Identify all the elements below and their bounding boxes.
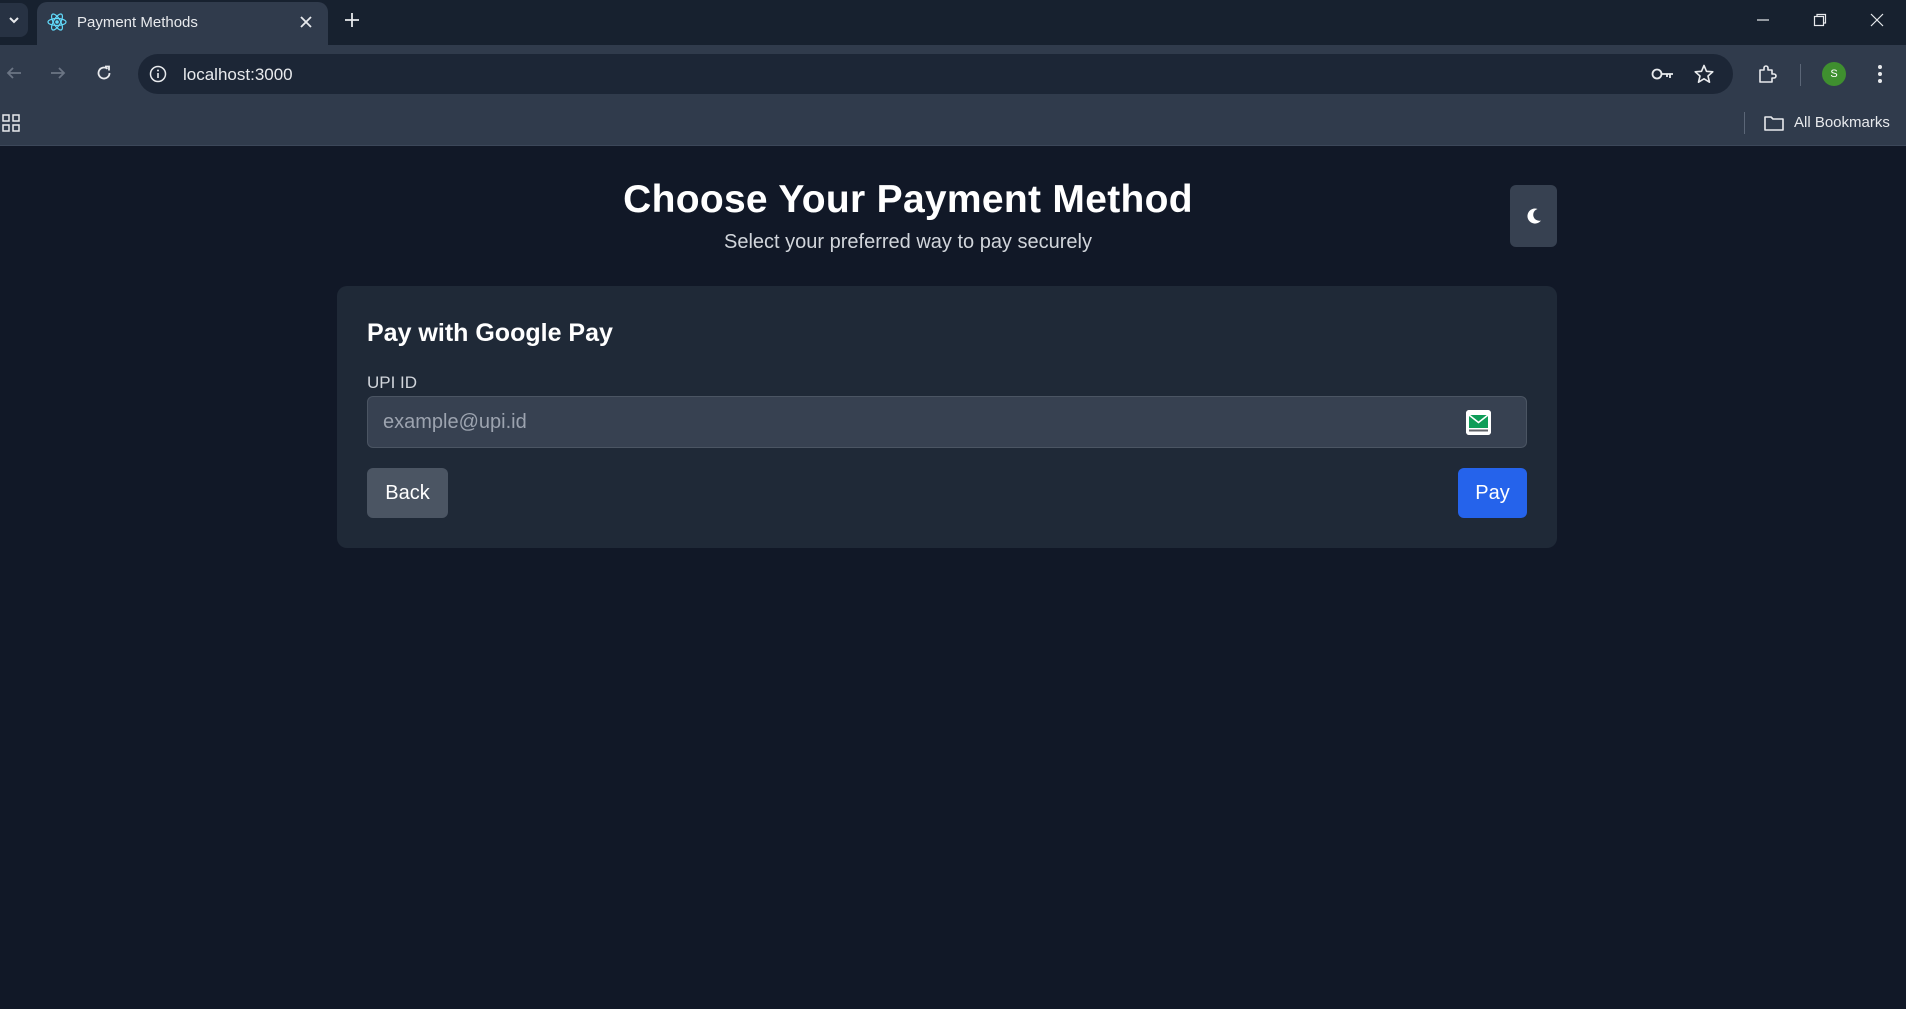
star-icon[interactable] xyxy=(1693,63,1715,85)
apps-grid-icon[interactable] xyxy=(2,113,22,133)
close-icon xyxy=(1870,13,1884,27)
tab-title: Payment Methods xyxy=(77,14,198,31)
upi-id-input[interactable] xyxy=(367,396,1527,448)
reload-button[interactable] xyxy=(90,59,118,87)
tab-strip: Payment Methods xyxy=(0,0,1906,45)
key-icon[interactable] xyxy=(1650,64,1676,84)
forward-nav-button[interactable] xyxy=(44,59,72,87)
close-window-button[interactable] xyxy=(1855,6,1899,34)
toolbar-divider xyxy=(1800,64,1801,86)
extensions-icon[interactable] xyxy=(1755,62,1779,86)
upi-id-label: UPI ID xyxy=(367,373,418,392)
pay-button[interactable]: Pay xyxy=(1458,468,1527,518)
reload-icon xyxy=(97,65,111,80)
theme-toggle-button[interactable] xyxy=(1510,185,1557,247)
address-bar[interactable]: localhost:3000 xyxy=(138,54,1733,94)
all-bookmarks-label[interactable]: All Bookmarks xyxy=(1794,114,1890,131)
react-icon xyxy=(47,13,67,31)
email-autofill-icon[interactable] xyxy=(1466,410,1491,435)
page-content: Choose Your Payment Method Select your p… xyxy=(0,146,1906,1009)
back-button[interactable]: Back xyxy=(367,468,448,518)
back-nav-button[interactable] xyxy=(0,59,28,87)
tab-search-button[interactable] xyxy=(0,3,28,37)
minimize-icon xyxy=(1757,19,1769,21)
restore-button[interactable] xyxy=(1798,6,1842,34)
new-tab-icon[interactable] xyxy=(341,7,363,33)
info-icon[interactable] xyxy=(148,64,168,84)
active-tab[interactable]: Payment Methods xyxy=(37,2,328,45)
profile-avatar[interactable]: S xyxy=(1822,62,1846,86)
arrow-left-icon xyxy=(6,67,21,79)
url-text: localhost:3000 xyxy=(183,65,293,84)
close-icon[interactable] xyxy=(296,12,316,32)
card-title: Pay with Google Pay xyxy=(367,319,613,347)
payment-card: Pay with Google Pay UPI ID Back Pay xyxy=(337,286,1557,548)
bookmarks-bar: All Bookmarks xyxy=(0,101,1906,146)
restore-icon xyxy=(1813,13,1827,27)
moon-icon xyxy=(1526,208,1541,224)
browser-toolbar: localhost:3000 S xyxy=(0,45,1906,101)
chevron-down-icon xyxy=(9,17,19,24)
folder-icon[interactable] xyxy=(1763,113,1785,133)
kebab-menu-icon[interactable] xyxy=(1870,62,1890,86)
minimize-button[interactable] xyxy=(1741,6,1785,34)
bookmarks-divider xyxy=(1744,112,1745,134)
arrow-right-icon xyxy=(51,67,66,79)
